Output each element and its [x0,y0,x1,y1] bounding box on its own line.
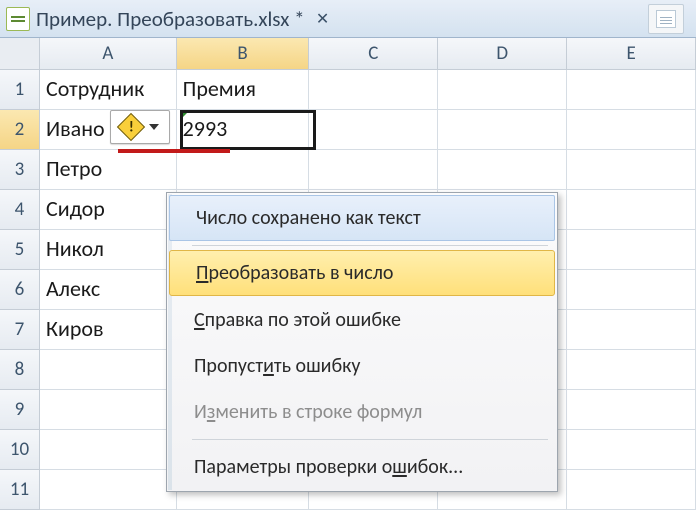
cell-C3[interactable] [309,150,438,190]
menu-header-label: Число сохранено как текст [196,206,421,230]
col-header-D[interactable]: D [438,38,567,70]
cell-A4[interactable]: Сидор [40,190,177,230]
cell-A5[interactable]: Никол [40,230,177,270]
select-all-corner[interactable] [0,38,40,70]
cell-E5[interactable] [567,230,696,270]
window-titlebar: Пример. Преобразовать.xlsx * ✕ [0,0,696,38]
menu-item-ignore-error[interactable]: Пропустить ошибку [168,343,556,389]
error-context-menu: Число сохранено как текст Преобразовать … [166,192,558,492]
cell-A1[interactable]: Сотрудник [40,70,177,110]
row-header-10[interactable]: 10 [0,430,40,470]
menu-item-label: Изменить в строке формул [194,400,422,424]
row-header-6[interactable]: 6 [0,270,40,310]
warning-diamond-icon: ! [117,113,145,141]
col-header-C[interactable]: C [309,38,438,70]
cell-B2[interactable]: 2993 [177,110,310,150]
cell-D2[interactable] [438,110,567,150]
cell-C1[interactable] [309,70,438,110]
cell-A7[interactable]: Киров [40,310,177,350]
column-headers: A B C D E [40,38,696,70]
cell-B3[interactable] [177,150,310,190]
menu-item-edit-in-formula-bar: Изменить в строке формул [168,389,556,435]
menu-item-error-checking-options[interactable]: Параметры проверки ошибок... [168,444,556,490]
menu-item-label: Пропустить ошибку [194,354,360,378]
row-header-3[interactable]: 3 [0,150,40,190]
menu-item-label: Справка по этой ошибке [194,308,401,332]
cell-E7[interactable] [567,310,696,350]
row-header-11[interactable]: 11 [0,470,40,510]
cell-E1[interactable] [567,70,696,110]
dropdown-arrow-icon [149,124,159,130]
row-header-2[interactable]: 2 [0,110,40,150]
row-header-9[interactable]: 9 [0,390,40,430]
row-header-7[interactable]: 7 [0,310,40,350]
annotation-redline [118,149,230,153]
cell-E10[interactable] [567,430,696,470]
error-triangle-icon [180,110,190,120]
row-header-4[interactable]: 4 [0,190,40,230]
cell-A6[interactable]: Алекс [40,270,177,310]
excel-file-icon [6,7,30,31]
cell-A3[interactable]: Петро [40,150,177,190]
cell-A8[interactable] [40,350,177,390]
cell-E4[interactable] [567,190,696,230]
error-smarttag-button[interactable]: ! [110,110,170,144]
cell-A10[interactable] [40,430,177,470]
cell-E3[interactable] [567,150,696,190]
menu-item-label: Параметры проверки ошибок... [194,455,463,479]
cell-A9[interactable] [40,390,177,430]
cell-E6[interactable] [567,270,696,310]
cell-D1[interactable] [438,70,567,110]
col-header-B[interactable]: B [177,38,310,70]
cell-B1[interactable]: Премия [177,70,310,110]
cell-E11[interactable] [567,470,696,510]
cell-E2[interactable] [567,110,696,150]
col-header-A[interactable]: A [40,38,177,70]
row-header-5[interactable]: 5 [0,230,40,270]
cell-A11[interactable] [40,470,177,510]
window-title: Пример. Преобразовать.xlsx * [36,6,305,32]
menu-item-help-on-error[interactable]: Справка по этой ошибке [168,297,556,343]
document-page-icon [648,4,684,34]
cell-E9[interactable] [567,390,696,430]
col-header-E[interactable]: E [567,38,696,70]
menu-header-number-stored-as-text: Число сохранено как текст [169,195,555,241]
cell-E8[interactable] [567,350,696,390]
cell-D3[interactable] [438,150,567,190]
row-header-8[interactable]: 8 [0,350,40,390]
close-tab-button[interactable]: ✕ [313,9,333,29]
cell-C2[interactable] [309,110,438,150]
row-header-1[interactable]: 1 [0,70,40,110]
menu-item-convert-to-number[interactable]: Преобразовать в число [169,250,555,296]
menu-item-label: Преобразовать в число [196,261,393,285]
row-headers: 1 2 3 4 5 6 7 8 9 10 11 [0,70,40,510]
